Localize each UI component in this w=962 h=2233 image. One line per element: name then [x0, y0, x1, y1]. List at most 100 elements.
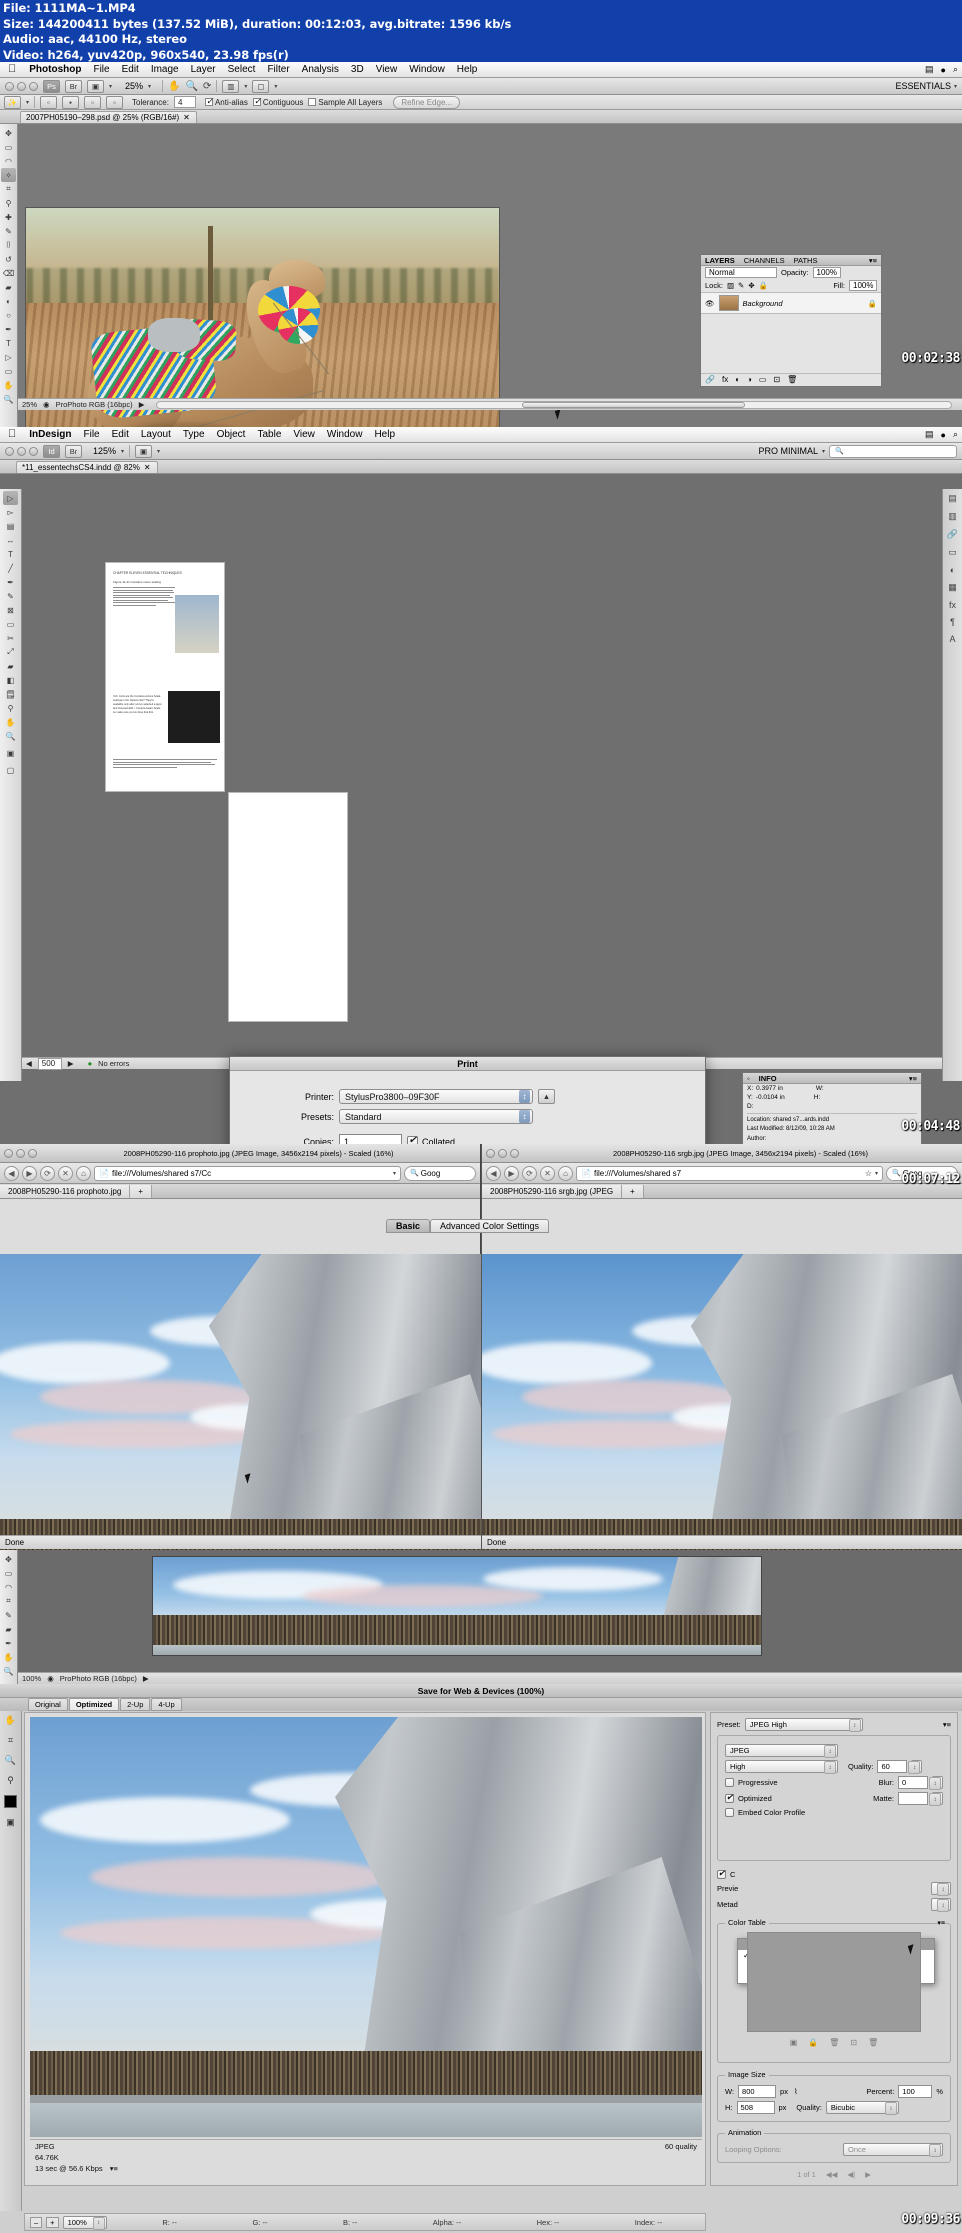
menu-extra-display-icon[interactable]: ▤	[925, 64, 934, 75]
zoom-button[interactable]	[29, 446, 38, 456]
lock-transparent-icon[interactable]: ▨	[727, 281, 734, 290]
browser-1-search-input[interactable]: 🔍 Goog	[404, 1165, 476, 1181]
new-tab-button[interactable]: +	[130, 1184, 152, 1198]
arrange-chevron-icon[interactable]: ▾	[244, 83, 247, 90]
zoom-in-button[interactable]: +	[46, 2216, 59, 2228]
menu-help[interactable]: Help	[368, 429, 401, 440]
image-percent-input[interactable]: 100	[898, 2085, 933, 2098]
indesign-document-tabbar[interactable]: *11_essentechsCS4.indd @ 82% ✕	[0, 460, 962, 474]
previous-frame-icon[interactable]: ◀|	[847, 2170, 855, 2179]
file-format-select[interactable]: JPEG	[725, 1744, 838, 1758]
photoshop-options-bar[interactable]: ✨ ▾ ▫ ▪ ▫ ▫ Tolerance: 4 Anti-alias Conti…	[0, 95, 962, 110]
link-layers-icon[interactable]: 🔗	[705, 375, 715, 384]
preset-menu-icon[interactable]: ▾≡	[943, 1720, 951, 1729]
spotlight-icon[interactable]: ⌕	[953, 64, 958, 75]
history-brush-tool[interactable]: ↺	[1, 252, 16, 266]
photoshop-launch-badge[interactable]: Ps	[43, 79, 60, 93]
photoshop-canvas-image[interactable]	[25, 207, 500, 459]
menu-view[interactable]: View	[370, 64, 404, 75]
rectangle-frame-tool[interactable]: ⊠	[3, 603, 18, 617]
shape-tool[interactable]: ▭	[1, 364, 16, 378]
hand-tool[interactable]: ✋	[1, 378, 16, 392]
zoom-tool[interactable]: 🔍	[5, 1755, 16, 1766]
note-tool[interactable]: 🗒	[3, 687, 18, 701]
zoom-tool[interactable]: 🔍	[1, 1664, 16, 1678]
selection-add-icon[interactable]: ▪	[62, 95, 80, 109]
type-tool[interactable]: T	[3, 547, 18, 561]
blur-tool[interactable]: ◐	[1, 294, 16, 308]
window-controls[interactable]	[486, 1148, 519, 1158]
lock-row[interactable]: Lock: ▨ ✎ ✥ 🔒 Fill: 100%	[701, 279, 881, 292]
indesign-panel-dock[interactable]: ▤ ▥ 🔗 ▭ ◐ ▦ fx ¶ A	[942, 489, 962, 1081]
bookmark-star-icon[interactable]: ☆	[865, 1169, 872, 1178]
save-for-web-settings-panel[interactable]: Preset: JPEG High ▾≡ JPEG High Quality: …	[710, 1712, 958, 2186]
toggle-slices-icon[interactable]: ▣	[6, 1817, 15, 1828]
minimize-button[interactable]	[17, 446, 26, 456]
back-icon[interactable]: ◀	[486, 1165, 501, 1181]
menu-file[interactable]: File	[87, 64, 115, 75]
window-controls[interactable]	[4, 1148, 37, 1158]
document-tab[interactable]: 2007PH05190–298.psd @ 25% (RGB/16#) ✕	[20, 110, 197, 123]
color-table-toolbar[interactable]: ▣ 🔒 🗑 ⊡ 🗑	[725, 2038, 943, 2047]
menu-photoshop[interactable]: Photoshop	[23, 64, 87, 75]
color-table-menu-icon[interactable]: ▾≡	[937, 1919, 945, 1927]
move-tool[interactable]: ✥	[1, 126, 16, 140]
path-select-tool[interactable]: ▷	[1, 350, 16, 364]
metadata-row[interactable]: Metad	[717, 1898, 951, 1912]
constrain-proportions-icon[interactable]: ⌇	[794, 2087, 798, 2096]
type-tool[interactable]: T	[1, 336, 16, 350]
matte-swatch[interactable]	[898, 1792, 928, 1805]
tab-2up[interactable]: 2-Up	[120, 1698, 151, 1711]
dock-swatches-icon[interactable]: ▦	[948, 582, 957, 593]
delete-layer-icon[interactable]: 🗑	[787, 375, 797, 384]
menu-edit[interactable]: Edit	[106, 429, 135, 440]
quality-preset-select[interactable]: High	[725, 1760, 838, 1774]
new-group-icon[interactable]: ▭	[759, 375, 767, 384]
eyedropper-tool[interactable]: ⚲	[1, 196, 16, 210]
browser-window-2[interactable]: 2008PH05290-116 srgb.jpg (JPEG Image, 34…	[482, 1144, 962, 1584]
info-panel-header[interactable]: ◦ INFO ▾≡	[743, 1073, 921, 1084]
browser-1-tabbar[interactable]: 2008PH05290-116 prophoto.jpg +	[0, 1184, 480, 1199]
image-quality-select[interactable]: Bicubic	[825, 2101, 899, 2115]
browser-2-titlebar[interactable]: 2008PH05290-116 srgb.jpg (JPEG Image, 34…	[482, 1144, 962, 1163]
pen-tool[interactable]: ✒	[1, 1636, 16, 1650]
photoshop-menubar[interactable]:  Photoshop File Edit Image Layer Select…	[0, 62, 962, 78]
menu-extra-user-icon[interactable]: ●	[941, 430, 946, 440]
page-number-input[interactable]: 500	[37, 1057, 62, 1070]
menu-filter[interactable]: Filter	[261, 64, 295, 75]
new-color-icon[interactable]: ⊡	[850, 2038, 857, 2047]
bg-status-chevron-icon[interactable]: ▶	[143, 1674, 149, 1683]
menu-extra-display-icon[interactable]: ▤	[925, 429, 934, 440]
snap-to-web-icon[interactable]: ▣	[790, 2038, 798, 2047]
hand-tool[interactable]: ✋	[3, 715, 18, 729]
menu-window[interactable]: Window	[321, 429, 369, 440]
brush-tool[interactable]: ✎	[1, 1608, 16, 1622]
dock-color-icon[interactable]: ◐	[950, 565, 955, 575]
indesign-zoom-label[interactable]: 125%	[93, 446, 116, 456]
horizontal-scrollbar[interactable]	[156, 400, 952, 409]
view-extras-chevron-icon[interactable]: ▾	[109, 83, 112, 90]
photoshop-application-bar[interactable]: Ps Br ▣ ▾ 25% ▾ ✋ 🔍 ⟳ ▥ ▾ ▢ ▾ ESSENTIALS ▾	[0, 78, 962, 95]
indesign-launch-badge[interactable]: Id	[43, 444, 60, 458]
stop-icon[interactable]: ✕	[58, 1165, 73, 1181]
layers-panel-footer[interactable]: 🔗 fx ◐ ◑ ▭ ⊡ 🗑	[701, 373, 881, 385]
browser-1-url-input[interactable]: 📄 file:///Volumes/shared s7/Cc ▾	[94, 1165, 401, 1181]
blend-mode-select[interactable]: Normal	[705, 267, 777, 278]
window-controls[interactable]	[5, 81, 38, 91]
zoom-out-button[interactable]: –	[30, 2216, 43, 2228]
lock-image-icon[interactable]: ✎	[738, 281, 744, 290]
slice-select-tool[interactable]: ⌗	[8, 1735, 13, 1746]
menu-layout[interactable]: Layout	[135, 429, 177, 440]
tab-channels[interactable]: CHANNELS	[744, 256, 785, 265]
gap-tool[interactable]: ↔	[3, 533, 18, 547]
indesign-zoom-chevron-icon[interactable]: ▾	[121, 448, 124, 455]
photoshop-tool-palette-partial[interactable]: ✥ ▭ ◠ ⌗ ✎ ▰ ✒ ✋ 🔍	[0, 1550, 18, 1684]
close-button[interactable]	[5, 446, 14, 456]
screen-mode-icon[interactable]: ▢	[252, 79, 270, 93]
save-for-web-bottom-bar[interactable]: – + 100% R: -- G: -- B: -- Alpha: -- Hex…	[24, 2213, 706, 2231]
zoom-icon[interactable]: 🔍	[186, 81, 198, 92]
home-icon[interactable]: ⌂	[558, 1165, 573, 1181]
close-button[interactable]	[486, 1148, 495, 1158]
dodge-tool[interactable]: ○	[1, 308, 16, 322]
active-tool-icon[interactable]: ✨	[4, 95, 21, 109]
